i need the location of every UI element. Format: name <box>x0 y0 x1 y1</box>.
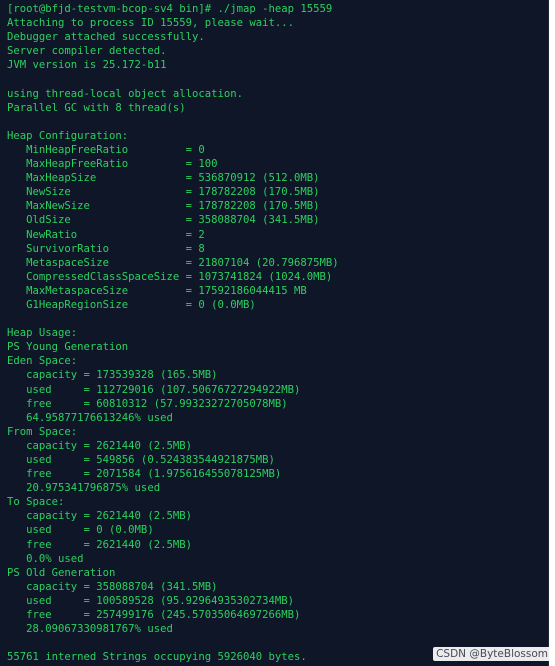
output-line: Heap Usage: <box>7 327 78 340</box>
terminal-window[interactable]: [root@bfjd-testvm-bcop-sv4 bin]# ./jmap … <box>0 0 549 666</box>
output-line: MinHeapFreeRatio = 0 <box>7 143 205 156</box>
output-line: 55761 interned Strings occupying 5926040… <box>7 651 307 664</box>
output-line: used = 549856 (0.524383544921875MB) <box>7 454 275 466</box>
output-line: free = 2621440 (2.5MB) <box>7 538 192 551</box>
output-line: Attaching to process ID 15559, please wa… <box>7 17 295 30</box>
output-line: PS Old Generation <box>7 566 116 579</box>
output-line: using thread-local object allocation. <box>7 87 243 100</box>
output-line: capacity = 173539328 (165.5MB) <box>7 369 218 382</box>
output-line: used = 112729016 (107.50676727294922MB) <box>7 383 301 396</box>
output-line: SurvivorRatio = 8 <box>7 242 205 255</box>
output-line: free = 2071584 (1.975616455078125MB) <box>7 468 282 481</box>
output-line: NewSize = 178782208 (170.5MB) <box>7 186 320 199</box>
command-line: [root@bfjd-testvm-bcop-sv4 bin]# ./jmap … <box>7 3 333 15</box>
output-line: MaxNewSize = 178782208 (170.5MB) <box>7 200 320 213</box>
output-line: 64.95877176613246% used <box>7 411 173 424</box>
output-line: free = 257499176 (245.57035064697266MB) <box>7 609 301 622</box>
output-line: G1HeapRegionSize = 0 (0.0MB) <box>7 298 256 311</box>
output-line: used = 100589528 (95.92964935302734MB) <box>7 594 295 607</box>
terminal-output: [root@bfjd-testvm-bcop-sv4 bin]# ./jmap … <box>7 2 339 664</box>
watermark: CSDN @ByteBlossom <box>433 647 551 661</box>
output-line: MaxHeapFreeRatio = 100 <box>7 158 218 171</box>
output-line: CompressedClassSpaceSize = 1073741824 (1… <box>7 270 333 283</box>
output-line: Debugger attached successfully. <box>7 31 205 44</box>
output-line: capacity = 358088704 (341.5MB) <box>7 580 218 593</box>
output-line: Parallel GC with 8 thread(s) <box>7 101 186 114</box>
output-line: free = 60810312 (57.99323272705078MB) <box>7 397 288 410</box>
output-line: Heap Configuration: <box>7 129 129 142</box>
output-line: To Space: <box>7 496 65 509</box>
output-line: OldSize = 358088704 (341.5MB) <box>7 214 320 227</box>
output-line: 0.0% used <box>7 552 84 565</box>
output-line: capacity = 2621440 (2.5MB) <box>7 510 192 523</box>
output-line: capacity = 2621440 (2.5MB) <box>7 439 192 452</box>
output-line: From Space: <box>7 425 78 438</box>
output-line: MaxMetaspaceSize = 17592186044415 MB <box>7 284 307 297</box>
output-line: PS Young Generation <box>7 341 129 354</box>
output-line: 20.975341796875% used <box>7 482 161 495</box>
output-line: NewRatio = 2 <box>7 228 205 241</box>
output-line: Server compiler detected. <box>7 45 167 58</box>
output-line: MaxHeapSize = 536870912 (512.0MB) <box>7 172 320 185</box>
output-line: Eden Space: <box>7 355 78 368</box>
output-line: JVM version is 25.172-b11 <box>7 59 167 72</box>
output-line: 28.09067330981767% used <box>7 623 173 636</box>
output-line: MetaspaceSize = 21807104 (20.796875MB) <box>7 256 339 269</box>
output-line: used = 0 (0.0MB) <box>7 524 154 537</box>
